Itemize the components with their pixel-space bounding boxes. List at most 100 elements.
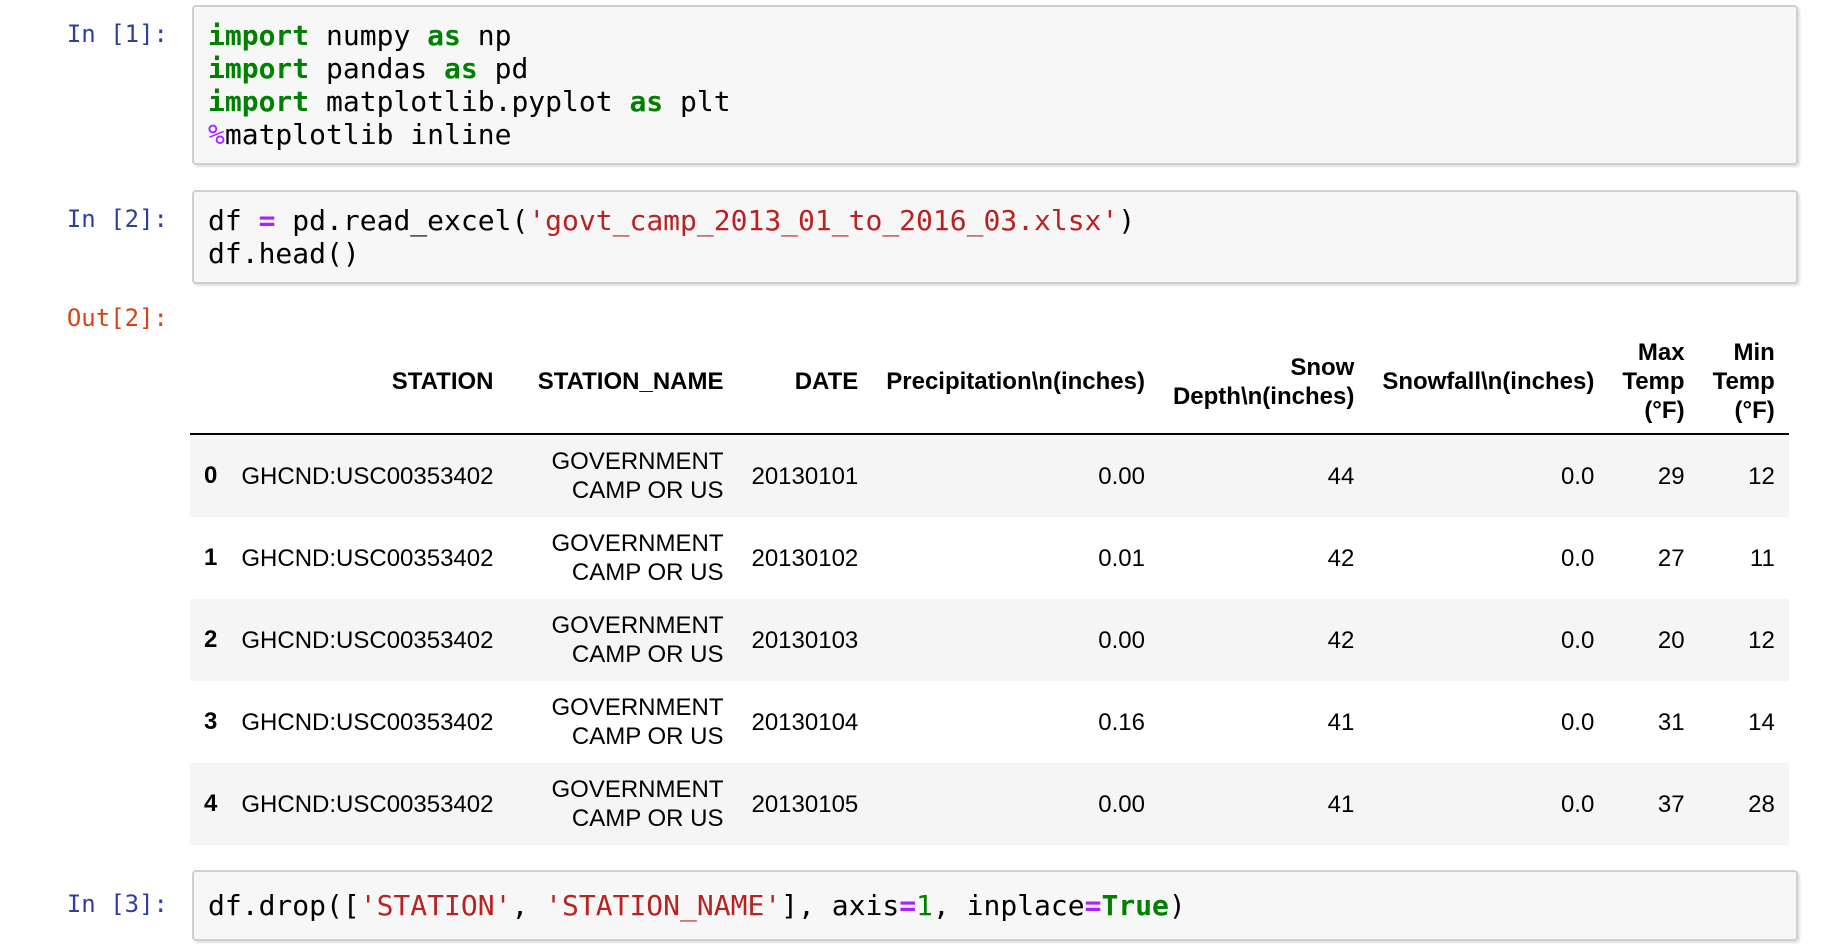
max-temp-cell: 20 — [1657, 626, 1685, 654]
code-token: = — [1084, 889, 1102, 922]
code-input-area-2[interactable]: df = pd.read_excel('govt_camp_2013_01_to… — [192, 190, 1798, 284]
code-token: np — [460, 19, 512, 52]
min-temp-cell: 14 — [1748, 708, 1775, 736]
code-token: pd — [477, 52, 529, 85]
code-input-area-3[interactable]: df.drop(['STATION', 'STATION_NAME'], axi… — [192, 870, 1798, 941]
code-line: import numpy as np — [208, 19, 1782, 52]
code-token: 'STATION' — [359, 889, 512, 922]
max-temp-cell: 29 — [1657, 462, 1685, 490]
code-token: matplotlib inline — [224, 118, 512, 151]
code-token: % — [208, 118, 225, 151]
min-temp-cell: 12 — [1748, 626, 1775, 654]
column-header-max-temp: Max Temp (°F) — [1608, 330, 1699, 435]
station-name-cell: GOVERNMENT CAMP OR US — [551, 448, 724, 504]
snow-depth-cell: 41 — [1327, 708, 1355, 736]
column-header-precipitation: Precipitation\n(inches) — [872, 330, 1159, 435]
station-name-cell: GOVERNMENT CAMP OR US — [551, 530, 724, 586]
header-line: (°F) — [1644, 397, 1685, 424]
input-prompt-2: In [2]: — [66, 205, 168, 233]
code-token: as — [629, 85, 664, 118]
code-token: = — [258, 204, 276, 237]
code-token: plt — [663, 85, 731, 118]
header-line: Depth\n(inches) — [1172, 382, 1355, 410]
header-line: Min — [1733, 339, 1775, 366]
date-cell: 20130102 — [751, 544, 859, 572]
code-line: %matplotlib inline — [208, 118, 1782, 151]
code-token: df.drop([ — [208, 889, 360, 922]
station-cell: GHCND:USC00353402 — [241, 462, 494, 490]
code-token: import — [208, 85, 310, 118]
min-temp-cell: 12 — [1748, 462, 1775, 490]
min-temp-cell: 11 — [1749, 544, 1775, 572]
code-token: ) — [1118, 204, 1136, 237]
row-index-cell: 3 — [204, 708, 218, 735]
code-token: matplotlib.pyplot — [309, 85, 630, 118]
station-name-cell: GOVERNMENT CAMP OR US — [551, 694, 724, 750]
precipitation-cell: 0.01 — [1098, 544, 1145, 572]
code-line: import matplotlib.pyplot as plt — [208, 85, 1782, 118]
station-name-cell: GOVERNMENT CAMP OR US — [551, 776, 724, 832]
code-token: 1 — [916, 889, 933, 922]
date-cell: 20130101 — [751, 462, 859, 490]
max-temp-cell: 37 — [1657, 790, 1685, 818]
column-header-min-temp: Min Temp (°F) — [1698, 330, 1789, 435]
column-header-snowfall: Snowfall\n(inches) — [1368, 330, 1609, 435]
code-token: import — [208, 19, 310, 52]
date-cell: 20130103 — [751, 626, 859, 654]
row-index-cell: 0 — [204, 462, 218, 489]
snow-depth-cell: 44 — [1327, 462, 1355, 490]
table-row: 0 GHCND:USC00353402 GOVERNMENT CAMP OR U… — [190, 434, 1789, 517]
code-token: = — [899, 889, 917, 922]
code-token: , — [511, 889, 546, 922]
station-cell: GHCND:USC00353402 — [241, 708, 494, 736]
snowfall-cell: 0.0 — [1560, 790, 1595, 818]
header-line: Temp — [1622, 368, 1685, 395]
header-line: Temp — [1712, 368, 1775, 395]
snowfall-cell: 0.0 — [1560, 626, 1595, 654]
code-line: df.head() — [208, 237, 1782, 270]
code-token: , inplace — [932, 889, 1085, 922]
table-row: 4 GHCND:USC00353402 GOVERNMENT CAMP OR U… — [190, 763, 1789, 845]
code-token: numpy — [309, 19, 428, 52]
notebook: In [1]: import numpy as np import pandas… — [0, 0, 1836, 952]
code-token: as — [444, 52, 478, 85]
column-header-index — [190, 330, 228, 435]
snowfall-cell: 0.0 — [1560, 708, 1595, 736]
row-index-cell: 1 — [204, 544, 218, 571]
code-token: df.head() — [208, 237, 360, 270]
dataframe-table: STATION STATION_NAME DATE Precipitation\… — [190, 330, 1789, 845]
dataframe-output: STATION STATION_NAME DATE Precipitation\… — [190, 330, 1789, 845]
table-row: 3 GHCND:USC00353402 GOVERNMENT CAMP OR U… — [190, 681, 1789, 763]
snowfall-cell: 0.0 — [1560, 462, 1595, 490]
precipitation-cell: 0.00 — [1098, 626, 1145, 654]
station-cell: GHCND:USC00353402 — [241, 790, 494, 818]
code-token: as — [427, 19, 461, 52]
station-name-cell: GOVERNMENT CAMP OR US — [551, 612, 724, 668]
column-header-station: STATION — [227, 330, 508, 435]
min-temp-cell: 28 — [1748, 790, 1775, 818]
table-row: 2 GHCND:USC00353402 GOVERNMENT CAMP OR U… — [190, 599, 1789, 681]
code-line: df = pd.read_excel('govt_camp_2013_01_to… — [208, 204, 1782, 237]
precipitation-cell: 0.00 — [1098, 462, 1145, 490]
station-cell: GHCND:USC00353402 — [241, 626, 494, 654]
precipitation-cell: 0.16 — [1098, 708, 1145, 736]
header-line: Max — [1637, 339, 1685, 366]
snow-depth-cell: 41 — [1327, 790, 1355, 818]
code-input-area-1[interactable]: import numpy as np import pandas as pd i… — [192, 5, 1798, 165]
date-cell: 20130105 — [751, 790, 859, 818]
code-token: 'govt_camp_2013_01_to_2016_03.xlsx' — [528, 204, 1119, 237]
code-token: pandas — [309, 52, 445, 85]
precipitation-cell: 0.00 — [1098, 790, 1145, 818]
header-line: (°F) — [1734, 397, 1775, 424]
row-index-cell: 2 — [204, 626, 218, 653]
snowfall-cell: 0.0 — [1560, 544, 1595, 572]
code-line: import pandas as pd — [208, 52, 1782, 85]
snow-depth-cell: 42 — [1327, 544, 1355, 572]
code-token: ) — [1168, 889, 1186, 922]
date-cell: 20130104 — [751, 708, 859, 736]
header-line: Snow — [1290, 353, 1355, 381]
code-token: df — [208, 204, 259, 237]
max-temp-cell: 31 — [1657, 708, 1685, 736]
column-header-station-name: STATION_NAME — [507, 330, 738, 435]
code-token: 'STATION_NAME' — [545, 889, 782, 922]
